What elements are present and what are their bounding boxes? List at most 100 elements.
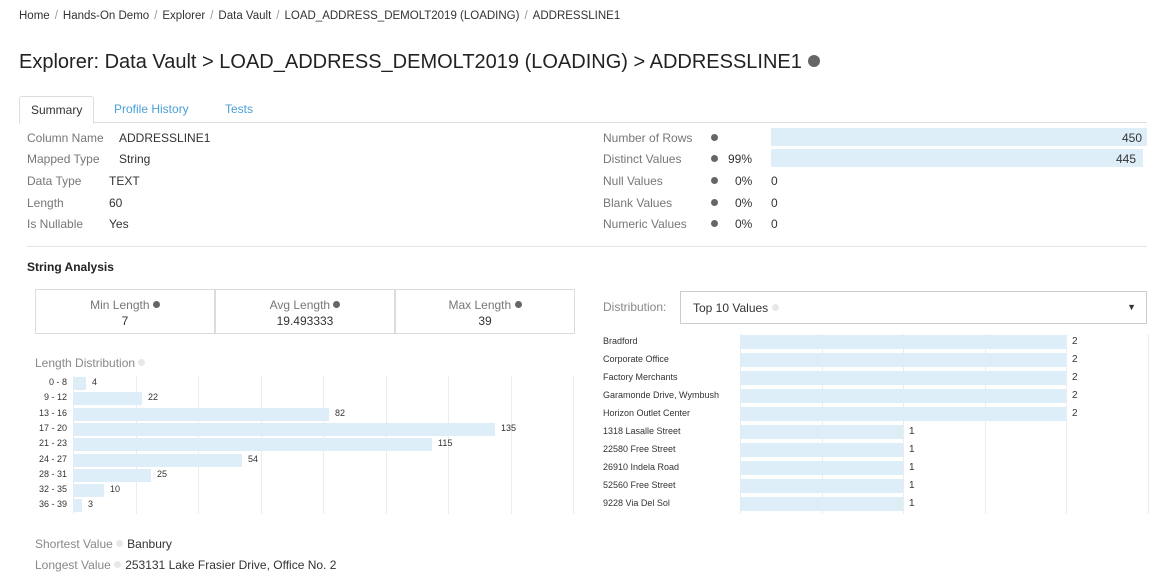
- length-distribution-row-label: 28 - 31: [38, 468, 67, 479]
- length-distribution-row-label: 21 - 23: [38, 438, 67, 449]
- top-values-bar: [740, 479, 903, 493]
- breadcrumb-separator: /: [154, 10, 158, 22]
- length-distribution-row-label: 32 - 35: [38, 484, 67, 495]
- top-values-bar: [740, 335, 1066, 349]
- tab-bar: Summary Profile History Tests: [19, 96, 1147, 124]
- length-distribution-row-label: 0 - 8: [48, 377, 67, 387]
- top-values-bar: [740, 353, 1066, 367]
- length-distribution-row-label: 36 - 39: [38, 499, 67, 510]
- top-values-gridline: [1066, 334, 1067, 514]
- numeric-values-label: Numeric Values: [603, 217, 687, 231]
- min-length-label: Min Length: [90, 298, 150, 312]
- length-distribution-value: 22: [148, 392, 159, 403]
- length-distribution-bar: [73, 484, 104, 498]
- avg-length-box: Avg Length 19.493333: [215, 289, 395, 334]
- page-title-text: Explorer: Data Vault > LOAD_ADDRESS_DEMO…: [19, 51, 802, 73]
- is-nullable-value: Yes: [109, 217, 129, 231]
- mapped-type-value: String: [119, 152, 151, 166]
- length-distribution-value: 10: [110, 484, 121, 495]
- null-values-pct: 0%: [735, 174, 753, 188]
- longest-value: 253131 Lake Frasier Drive, Office No. 2: [125, 558, 337, 572]
- min-length-value: 7: [121, 314, 129, 328]
- data-type-row: Data Type TEXT: [27, 174, 140, 188]
- breadcrumb-explorer[interactable]: Explorer: [162, 10, 205, 22]
- length-distribution-row-label: 9 - 12: [43, 392, 67, 403]
- max-length-dot-icon: [514, 301, 522, 308]
- column-name-label: Column Name: [27, 131, 104, 145]
- null-values-dot-icon: [711, 177, 718, 184]
- null-values-row: Null Values: [603, 174, 663, 188]
- blank-values-value: 0: [771, 196, 778, 210]
- breadcrumb-data-vault[interactable]: Data Vault: [218, 10, 271, 22]
- avg-length-label-row: Avg Length: [216, 298, 394, 312]
- blank-values-label: Blank Values: [603, 196, 673, 210]
- top-values-bar: [740, 407, 1066, 421]
- breadcrumb-table[interactable]: LOAD_ADDRESS_DEMOLT2019 (LOADING): [284, 10, 519, 22]
- avg-length-label: Avg Length: [269, 298, 331, 312]
- shortest-value: Banbury: [127, 537, 172, 551]
- distinct-values-label: Distinct Values: [603, 152, 682, 166]
- number-of-rows-value: 450: [1121, 131, 1142, 145]
- top-values-count: 2: [1072, 354, 1078, 365]
- page-title: Explorer: Data Vault > LOAD_ADDRESS_DEMO…: [19, 51, 820, 74]
- breadcrumb-home[interactable]: Home: [19, 10, 50, 22]
- shortest-value-label: Shortest Value: [35, 537, 113, 551]
- numeric-values-value: 0: [771, 217, 778, 231]
- top-values-count: 2: [1072, 372, 1078, 383]
- top-values-row-label: Corporate Office: [603, 354, 669, 364]
- is-nullable-label: Is Nullable: [27, 217, 84, 231]
- caret-down-icon: ▼: [1127, 302, 1136, 312]
- length-distribution-value: 54: [248, 453, 259, 464]
- distinct-values-row: Distinct Values: [603, 152, 681, 166]
- length-distribution-bar: [73, 377, 86, 390]
- shortest-value-row: Shortest Value Banbury: [35, 537, 172, 551]
- length-distribution-bar: [73, 468, 151, 482]
- numeric-values-pct: 0%: [735, 217, 753, 231]
- top-values-bar: [740, 389, 1066, 403]
- longest-value-row: Longest Value 253131 Lake Frasier Drive,…: [35, 558, 336, 572]
- distribution-select[interactable]: Top 10 Values ▼: [680, 291, 1147, 324]
- longest-value-dot-icon: [114, 561, 122, 568]
- breadcrumb: Home / Hands-On Demo / Explorer / Data Vault / L…: [19, 10, 620, 30]
- length-value: 60: [109, 196, 123, 210]
- length-distribution-row-label: 13 - 16: [38, 407, 67, 418]
- length-distribution-value: 82: [335, 407, 346, 418]
- breadcrumb-column[interactable]: ADDRESSLINE1: [533, 10, 621, 22]
- breadcrumb-separator: /: [54, 10, 58, 22]
- distinct-values-dot-icon: [711, 155, 718, 162]
- length-distribution-title: Length Distribution: [35, 356, 136, 370]
- section-divider: [27, 246, 1147, 247]
- max-length-value: 39: [478, 314, 492, 328]
- length-distribution-bar: [73, 392, 142, 406]
- breadcrumb-separator: /: [524, 10, 528, 22]
- avg-length-value: 19.493333: [276, 314, 334, 328]
- top-values-count: 2: [1072, 336, 1078, 347]
- top-values-row-label: 52560 Free Street: [603, 480, 676, 490]
- top-values-bar: [740, 461, 903, 475]
- number-of-rows-bar: [771, 128, 1147, 146]
- breadcrumb-hands-on-demo[interactable]: Hands-On Demo: [63, 10, 149, 22]
- distinct-values-bar: [771, 149, 1143, 167]
- top-values-count: 2: [1072, 390, 1078, 401]
- top-values-row-label: Bradford: [603, 336, 638, 346]
- length-distribution-value: 115: [438, 438, 453, 449]
- tab-tests[interactable]: Tests: [214, 96, 264, 124]
- length-distribution-gridline: [573, 376, 574, 514]
- null-values-value: 0: [771, 174, 778, 188]
- distinct-values-pct: 99%: [728, 152, 753, 166]
- top-values-row-label: Garamonde Drive, Wymbush: [603, 390, 719, 400]
- length-distribution-value: 3: [88, 499, 94, 510]
- breadcrumb-separator: /: [210, 10, 214, 22]
- number-of-rows-dot-icon: [711, 134, 718, 141]
- length-distribution-row-label: 17 - 20: [38, 422, 67, 433]
- top-values-count: 1: [909, 426, 915, 437]
- distribution-selected-text: Top 10 Values: [693, 301, 769, 315]
- distribution-selected: Top 10 Values: [693, 301, 779, 315]
- length-row: Length 60: [27, 196, 122, 210]
- top-values-count: 1: [909, 480, 915, 491]
- tab-profile-history[interactable]: Profile History: [103, 96, 200, 124]
- tab-summary[interactable]: Summary: [19, 96, 95, 124]
- mapped-type-label: Mapped Type: [27, 152, 100, 166]
- blank-values-dot-icon: [711, 199, 718, 206]
- avg-length-dot-icon: [333, 301, 341, 308]
